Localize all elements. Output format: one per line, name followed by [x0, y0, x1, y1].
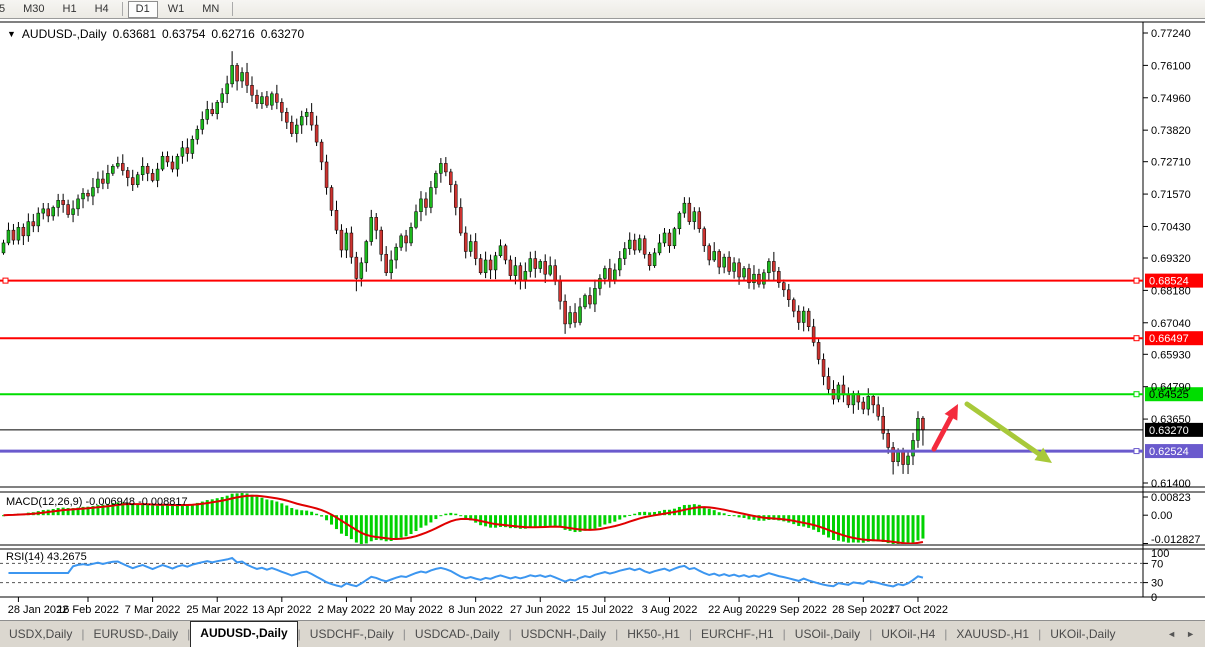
- svg-text:2 May 2022: 2 May 2022: [318, 604, 375, 616]
- tab-scroll-controls: ◄ ►: [1167, 629, 1205, 647]
- svg-text:3 Aug 2022: 3 Aug 2022: [642, 604, 698, 616]
- svg-text:9 Sep 2022: 9 Sep 2022: [771, 604, 827, 616]
- svg-text:0.00: 0.00: [1151, 510, 1172, 522]
- svg-text:0.76100: 0.76100: [1151, 60, 1191, 72]
- svg-text:0.63270: 0.63270: [1149, 425, 1189, 437]
- rsi-label: RSI(14) 43.2675: [6, 551, 87, 563]
- svg-text:0: 0: [1151, 592, 1157, 604]
- hline-anchor[interactable]: [1133, 448, 1140, 455]
- svg-text:0.66497: 0.66497: [1149, 333, 1189, 345]
- svg-text:22 Aug 2022: 22 Aug 2022: [708, 604, 770, 616]
- price-axis: 0.77240 0.76100 0.74960 0.73820 0.72710 0.715…: [1143, 28, 1201, 604]
- chart-tab-usdcad-daily[interactable]: USDCAD-,Daily: [406, 623, 509, 647]
- chart-tab-usdcnh-daily[interactable]: USDCNH-,Daily: [512, 623, 615, 647]
- svg-text:0.67040: 0.67040: [1151, 318, 1191, 330]
- hline-anchor[interactable]: [1133, 335, 1140, 342]
- chart-tab-ukoil-h4[interactable]: UKOil-,H4: [872, 623, 944, 647]
- chart-tab-xauusd-h1[interactable]: XAUUSD-,H1: [947, 623, 1038, 647]
- macd-main-value: -0.006948: [85, 496, 136, 508]
- hline-objects[interactable]: 0.685240.664970.645250.632700.62524: [0, 273, 1203, 459]
- svg-text:0.68180: 0.68180: [1151, 285, 1191, 297]
- chart-tab-usdx-daily[interactable]: USDX,Daily: [0, 623, 81, 647]
- svg-text:16 Feb 2022: 16 Feb 2022: [57, 604, 119, 616]
- rsi-layer: [0, 556, 1143, 588]
- svg-text:0.74960: 0.74960: [1151, 93, 1191, 105]
- rsi-value: 43.2675: [46, 551, 87, 563]
- chart-tab-hk50-h1[interactable]: HK50-,H1: [618, 623, 689, 647]
- svg-text:0.71570: 0.71570: [1151, 189, 1191, 201]
- svg-text:0.69320: 0.69320: [1151, 253, 1191, 265]
- svg-text:0.77240: 0.77240: [1151, 28, 1191, 40]
- ohlc-high: 0.63754: [162, 27, 206, 41]
- symbol-title: AUDUSD-,Daily: [21, 27, 107, 41]
- svg-text:-0.012827: -0.012827: [1151, 534, 1201, 546]
- chart-tab-bar: USDX,Daily | EURUSD-,Daily | AUDUSD-,Daily | U…: [0, 620, 1205, 647]
- macd-signal-value: -0.008817: [138, 496, 188, 508]
- chart-tab-usdchf-daily[interactable]: USDCHF-,Daily: [301, 623, 403, 647]
- symbol-dropdown-icon[interactable]: ▼: [7, 29, 16, 39]
- chart-header: ▼ AUDUSD-,Daily 0.63681 0.63754 0.62716 …: [7, 27, 304, 41]
- hline-anchor[interactable]: [1133, 277, 1140, 284]
- tab-scroll-right-icon[interactable]: ►: [1186, 629, 1195, 639]
- svg-text:0.61400: 0.61400: [1151, 478, 1191, 490]
- hline-anchor[interactable]: [1133, 391, 1140, 398]
- chart-tab-eurchf-h1[interactable]: EURCHF-,H1: [692, 623, 783, 647]
- ohlc-open: 0.63681: [112, 27, 156, 41]
- svg-text:0.73820: 0.73820: [1151, 125, 1191, 137]
- svg-text:15 Jul 2022: 15 Jul 2022: [576, 604, 633, 616]
- svg-text:0.72710: 0.72710: [1151, 157, 1191, 169]
- svg-text:13 Apr 2022: 13 Apr 2022: [252, 604, 311, 616]
- svg-text:8 Jun 2022: 8 Jun 2022: [448, 604, 502, 616]
- tab-scroll-left-icon[interactable]: ◄: [1167, 629, 1176, 639]
- svg-text:28 Sep 2022: 28 Sep 2022: [832, 604, 894, 616]
- chart-tab-audusd-daily[interactable]: AUDUSD-,Daily: [190, 621, 298, 647]
- green-down-arrow-annotation[interactable]: [964, 401, 1052, 463]
- chart-canvas[interactable]: 0.685240.664970.645250.632700.625240.772…: [0, 0, 1205, 620]
- chart-tab-usoil-daily[interactable]: USOil-,Daily: [786, 623, 869, 647]
- svg-text:17 Oct 2022: 17 Oct 2022: [888, 604, 948, 616]
- chart-tab-eurusd-daily[interactable]: EURUSD-,Daily: [84, 623, 187, 647]
- candles-layer: [1, 51, 925, 475]
- date-axis: 28 Jan 202216 Feb 2022 7 Mar 2022 25 Mar 2…: [8, 597, 948, 616]
- svg-text:25 Mar 2022: 25 Mar 2022: [186, 604, 248, 616]
- ohlc-close: 0.63270: [260, 27, 305, 41]
- svg-text:27 Jun 2022: 27 Jun 2022: [510, 604, 571, 616]
- svg-text:0.63650: 0.63650: [1151, 414, 1191, 426]
- svg-text:20 May 2022: 20 May 2022: [379, 604, 443, 616]
- macd-label: MACD(12,26,9) -0.006948 -0.008817: [6, 496, 188, 508]
- hline-anchor[interactable]: [2, 277, 9, 284]
- svg-text:0.65930: 0.65930: [1151, 349, 1191, 361]
- terminal-window: 5 M30 H1 H4 D1 W1 MN ▼ AUDUSD-,Daily 0.63681 0…: [0, 0, 1205, 647]
- red-up-arrow-annotation[interactable]: [931, 404, 958, 452]
- svg-text:0.62524: 0.62524: [1149, 446, 1189, 458]
- svg-text:70: 70: [1151, 558, 1163, 570]
- svg-text:30: 30: [1151, 578, 1163, 590]
- svg-text:7 Mar 2022: 7 Mar 2022: [125, 604, 181, 616]
- svg-text:0.64790: 0.64790: [1151, 382, 1191, 394]
- svg-text:0.00823: 0.00823: [1151, 492, 1191, 504]
- chart-tab-ukoil-daily[interactable]: UKOil-,Daily: [1041, 623, 1124, 647]
- svg-text:0.70430: 0.70430: [1151, 221, 1191, 233]
- ohlc-low: 0.62716: [211, 27, 255, 41]
